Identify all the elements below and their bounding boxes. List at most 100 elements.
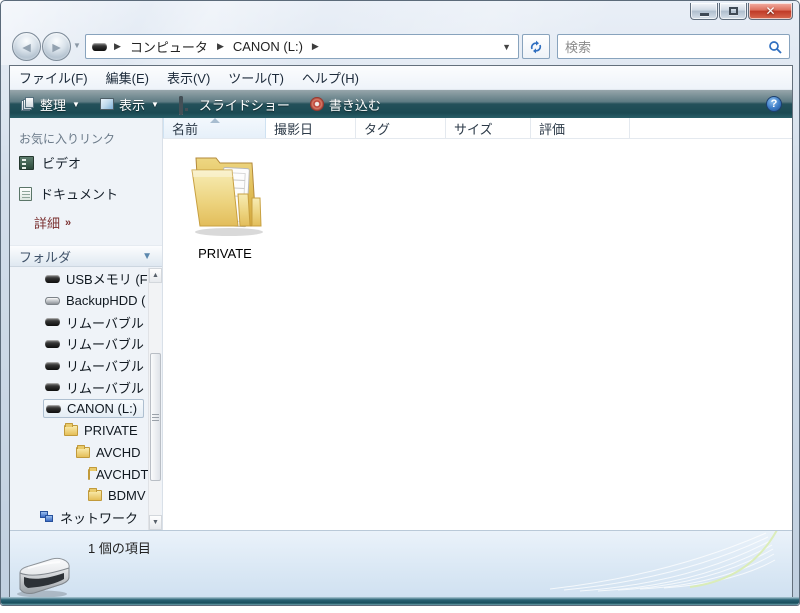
minimize-icon (699, 13, 709, 16)
close-button[interactable]: ✕ (748, 3, 793, 20)
favorite-links-header: お気に入りリンク (19, 132, 116, 146)
slideshow-button[interactable]: スライドショー (170, 92, 299, 116)
search-placeholder: 検索 (565, 40, 592, 55)
maximize-icon (728, 7, 738, 15)
folders-label: フォルダ (19, 249, 72, 265)
chevron-down-icon: ▼ (72, 99, 80, 109)
scroll-down-icon[interactable]: ▼ (149, 515, 162, 530)
menu-tools[interactable]: ツール(T) (219, 66, 293, 89)
tree-item-avchdtn[interactable]: AVCHDT (10, 463, 148, 485)
folder-icon (191, 157, 263, 236)
menu-help[interactable]: ヘルプ(H) (293, 66, 368, 89)
address-bar[interactable]: ▶ コンピュータ ▶ CANON (L:) ▶ ▼ (85, 34, 519, 59)
maximize-button[interactable] (719, 3, 747, 20)
minimize-button[interactable] (690, 3, 718, 20)
tree-item-removable-1[interactable]: リムーバブル (10, 311, 148, 333)
explorer-window: ✕ ◄ ► ▼ ▶ コンピュータ ▶ CANON (L:) ▶ ▼ 検索 ファイ… (0, 0, 800, 606)
breadcrumb-arrow-icon: ▶ (311, 41, 319, 51)
double-chevron-icon: » (65, 216, 71, 229)
organize-label: 整理 (40, 97, 67, 113)
sort-ascending-icon (210, 118, 220, 123)
drive-icon (92, 42, 107, 51)
menu-edit[interactable]: 編集(E) (97, 66, 158, 89)
close-icon: ✕ (765, 4, 776, 18)
breadcrumb-canon-drive[interactable]: CANON (L:) (231, 38, 305, 55)
views-label: 表示 (118, 97, 145, 113)
tree-item-usb[interactable]: USBメモリ (F (10, 268, 148, 290)
item-count: 1 個の項目 (88, 541, 151, 556)
chevron-down-icon: ▼ (142, 250, 152, 262)
folder-icon (88, 488, 102, 502)
tree-scrollbar[interactable]: ▲ ▼ (148, 268, 162, 530)
folders-band[interactable]: フォルダ ▼ (10, 245, 162, 267)
breadcrumb-computer[interactable]: コンピュータ (128, 36, 210, 57)
recent-pages-dropdown[interactable]: ▼ (73, 41, 81, 50)
navigation-pane: お気に入りリンク ビデオ ドキュメント 詳細 » フォルダ ▼ USBメモリ (… (10, 118, 163, 530)
tree-item-bdmv[interactable]: BDMV (10, 485, 148, 507)
window-bottom-frame (1, 597, 799, 605)
tree-item-canon-drive[interactable]: CANON (L:) (10, 398, 148, 420)
vista-swish-graphic (530, 531, 790, 598)
file-label: PRIVATE (198, 246, 252, 261)
drive-icon (45, 383, 60, 392)
menu-bar: ファイル(F) 編集(E) 表示(V) ツール(T) ヘルプ(H) (10, 66, 792, 90)
organize-button[interactable]: 整理 ▼ (12, 92, 89, 116)
breadcrumb-arrow-icon: ▶ (114, 41, 121, 51)
tree-item-backuphdd[interactable]: BackupHDD ( (10, 290, 148, 312)
address-dropdown-icon[interactable]: ▼ (495, 42, 518, 52)
sidebar-item-videos[interactable]: ビデオ (10, 147, 162, 178)
burn-icon (309, 97, 324, 111)
burn-label: 書き込む (328, 97, 381, 113)
back-button[interactable]: ◄ (12, 32, 41, 61)
burn-button[interactable]: 書き込む (301, 92, 390, 116)
removable-device-icon (14, 551, 74, 598)
slideshow-icon (178, 95, 194, 115)
refresh-icon (530, 40, 542, 53)
drive-icon (45, 361, 60, 370)
file-item-private[interactable]: PRIVATE (177, 146, 273, 261)
search-box[interactable]: 検索 (557, 34, 790, 59)
client-area: ファイル(F) 編集(E) 表示(V) ツール(T) ヘルプ(H) 整理 ▼ 表… (9, 65, 793, 599)
tree-item-network[interactable]: ネットワーク (10, 507, 148, 529)
drive-icon (46, 404, 61, 413)
documents-label: ドキュメント (40, 187, 119, 202)
column-header-size[interactable]: サイズ (446, 118, 531, 138)
forward-button[interactable]: ► (42, 32, 71, 61)
chevron-down-icon: ▼ (150, 99, 159, 109)
column-header-date-taken[interactable]: 撮影日 (266, 118, 356, 138)
document-icon (19, 186, 32, 201)
command-toolbar: 整理 ▼ 表示 ▼ スライドショー 書き込む ? (10, 90, 792, 118)
drive-icon (45, 318, 60, 327)
drive-icon (45, 274, 60, 283)
drive-icon (45, 339, 60, 348)
scroll-up-icon[interactable]: ▲ (149, 268, 162, 283)
videos-label: ビデオ (42, 156, 82, 171)
menu-file[interactable]: ファイル(F) (10, 66, 97, 89)
tree-item-removable-4[interactable]: リムーバブル (10, 376, 148, 398)
network-icon (40, 511, 54, 523)
sidebar-item-documents[interactable]: ドキュメント (10, 178, 162, 209)
selected-tree-item: CANON (L:) (43, 399, 145, 419)
views-icon (99, 98, 114, 110)
status-bar: 1 個の項目 (10, 530, 792, 598)
column-header-tags[interactable]: タグ (356, 118, 446, 138)
navigation-bar: ◄ ► ▼ ▶ コンピュータ ▶ CANON (L:) ▶ ▼ 検索 (1, 29, 799, 65)
scrollbar-thumb[interactable] (150, 353, 161, 481)
file-list-pane: 名前 撮影日 タグ サイズ 評価 PRIVATE (163, 118, 792, 530)
folder-tree: USBメモリ (F BackupHDD ( リムーバブル リムーバブル リムーバ… (10, 268, 148, 530)
caption-buttons: ✕ (689, 3, 793, 20)
tree-item-removable-3[interactable]: リムーバブル (10, 355, 148, 377)
refresh-button[interactable] (522, 34, 550, 59)
help-button[interactable]: ? (766, 96, 782, 112)
column-header-rating[interactable]: 評価 (531, 118, 630, 138)
details-link[interactable]: 詳細 » (10, 209, 162, 236)
tree-item-avchd[interactable]: AVCHD (10, 442, 148, 464)
views-button[interactable]: 表示 ▼ (91, 92, 168, 116)
tree-item-private[interactable]: PRIVATE (10, 420, 148, 442)
menu-view[interactable]: 表示(V) (158, 66, 219, 89)
tree-item-removable-2[interactable]: リムーバブル (10, 333, 148, 355)
search-icon[interactable] (768, 40, 789, 54)
folder-icon (76, 444, 90, 458)
column-header-name[interactable]: 名前 (163, 118, 266, 138)
drive-icon (45, 296, 60, 305)
